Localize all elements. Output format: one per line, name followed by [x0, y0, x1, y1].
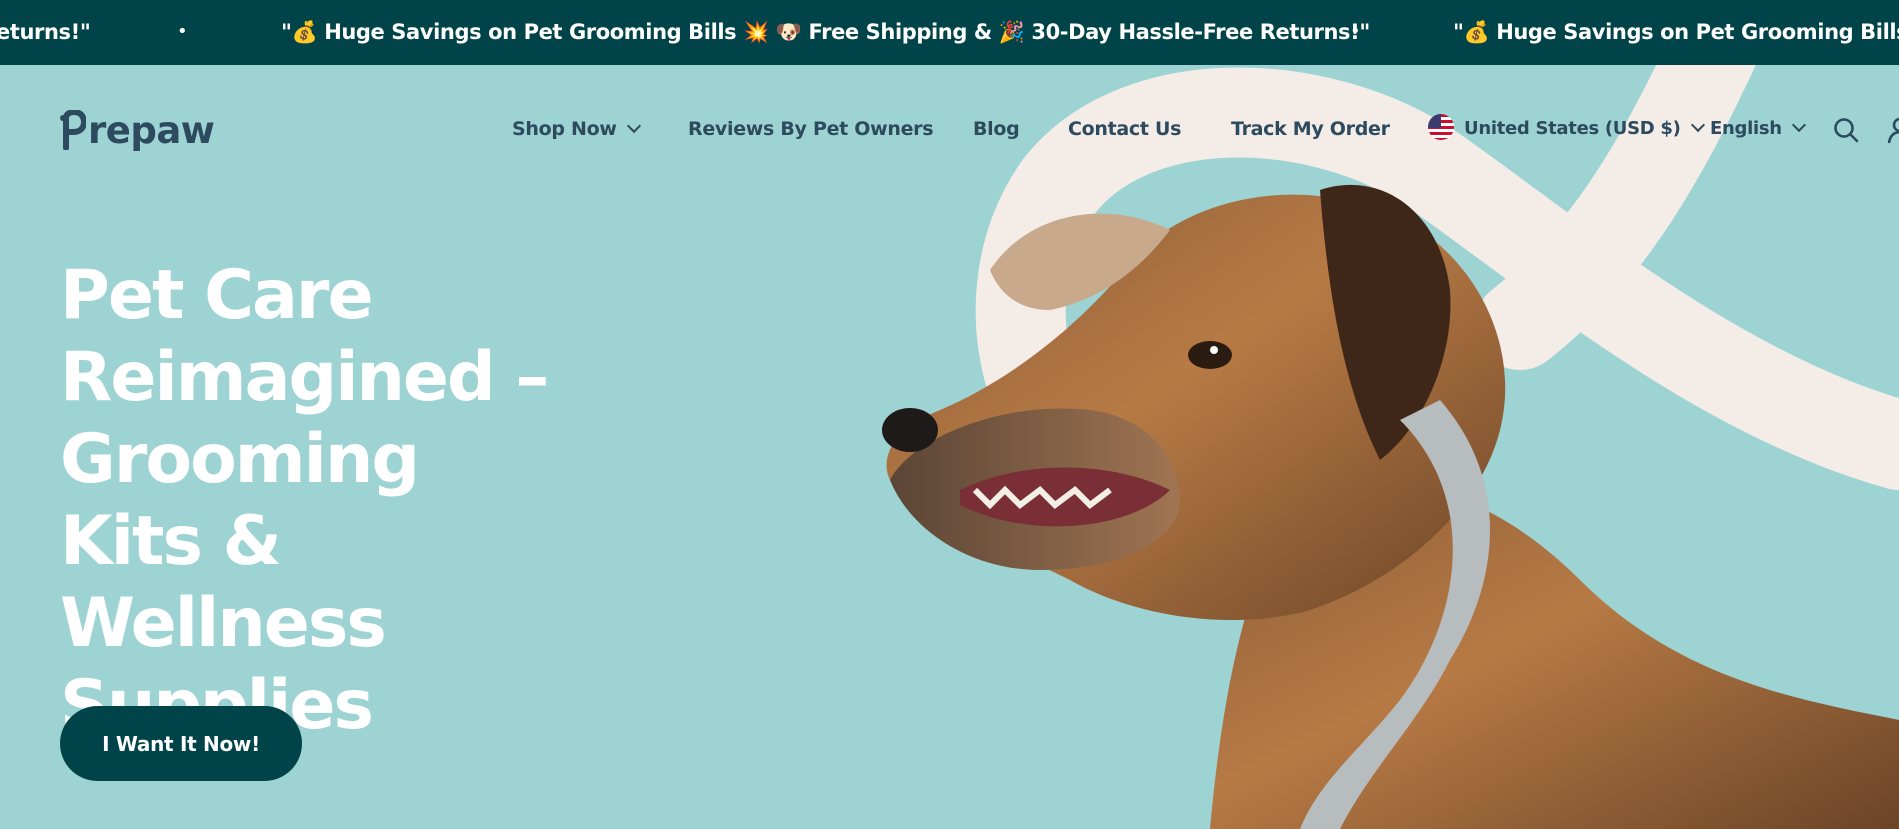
- site-logo[interactable]: repaw: [60, 105, 215, 155]
- nav-shop-now-label: Shop Now: [512, 118, 617, 140]
- us-flag-icon: [1428, 114, 1454, 140]
- hero-title: Pet Care Reimagined – Grooming Kits & We…: [60, 256, 549, 745]
- nav-track-order[interactable]: Track My Order: [1231, 114, 1390, 144]
- nav-reviews[interactable]: Reviews By Pet Owners: [688, 114, 934, 144]
- cta-button[interactable]: I Want It Now!: [60, 706, 302, 781]
- announcement-text: "💰 Huge Savings on Pet Grooming Bills 💥 …: [281, 20, 1370, 44]
- nav-contact-us[interactable]: Contact Us: [1068, 114, 1181, 144]
- dog-image: [882, 184, 1899, 829]
- announcement-separator: •: [1350, 21, 1361, 42]
- nav-shop-now[interactable]: Shop Now: [512, 114, 641, 144]
- announcement-text-repeat: "💰 Huge Savings on Pet Grooming Bills 💥: [1453, 20, 1899, 44]
- announcement-bar: eturns!" • "💰 Huge Savings on Pet Groomi…: [0, 0, 1899, 65]
- announcement-separator: •: [177, 21, 188, 42]
- chevron-down-icon: [626, 118, 641, 134]
- country-selector[interactable]: United States (USD $): [1428, 114, 1705, 144]
- search-icon: [1834, 118, 1859, 143]
- language-selector-label: English: [1710, 118, 1782, 139]
- country-selector-label: United States (USD $): [1464, 118, 1681, 139]
- logo-mark-icon: [60, 110, 86, 150]
- search-button[interactable]: [1831, 115, 1861, 145]
- logo-text: repaw: [88, 108, 215, 152]
- nav-blog[interactable]: Blog: [973, 114, 1020, 144]
- account-button[interactable]: [1885, 115, 1899, 145]
- chevron-down-icon: [1791, 117, 1806, 133]
- account-icon: [1887, 117, 1899, 144]
- chevron-down-icon: [1690, 117, 1705, 133]
- announcement-text-tail: eturns!": [0, 20, 91, 44]
- language-selector[interactable]: English: [1710, 114, 1806, 144]
